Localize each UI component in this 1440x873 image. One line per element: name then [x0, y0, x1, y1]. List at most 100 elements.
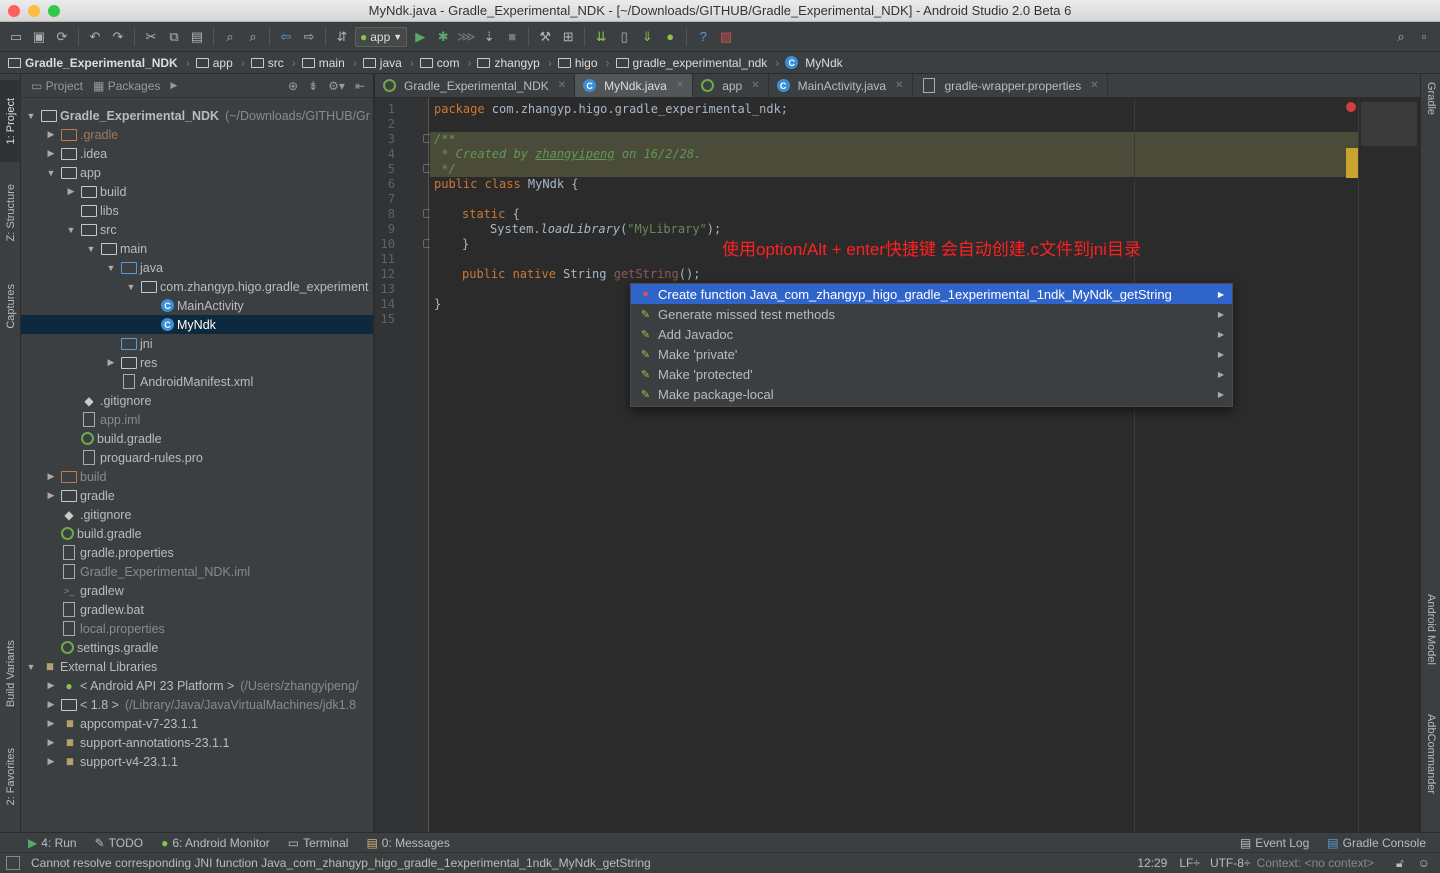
tab-packages[interactable]: ▦ Packages — [93, 79, 160, 93]
collapse-all-icon[interactable]: ⇟ — [308, 79, 318, 93]
debug-icon[interactable]: ✱ — [433, 27, 453, 47]
tool-tab-adbcommander[interactable]: AdbCommander — [1421, 714, 1440, 794]
close-tab-icon[interactable]: ✕ — [751, 80, 759, 91]
intention-item-add-javadoc[interactable]: ✎ Add Javadoc ▶ — [631, 324, 1232, 344]
layout-toggle-icon[interactable]: ▫ — [1414, 27, 1434, 47]
make-project-icon[interactable]: ⇵ — [332, 27, 352, 47]
tree-item-gradlew[interactable]: gradlew — [21, 581, 373, 600]
breadcrumb-item-higo[interactable]: higo › — [557, 56, 616, 70]
line-separator[interactable]: LF÷ — [1179, 856, 1200, 870]
tool-tab-run[interactable]: ▶ 4: Run — [0, 836, 86, 850]
zoom-window-button[interactable] — [48, 5, 60, 17]
editor-tab-app[interactable]: app ✕ — [693, 74, 769, 97]
tree-item-build-gradle[interactable]: build.gradle — [21, 429, 373, 448]
breadcrumb-item-zhangyp[interactable]: zhangyp › — [477, 56, 557, 70]
intention-item-generate-missed-test-methods[interactable]: ✎ Generate missed test methods ▶ — [631, 304, 1232, 324]
tool-tab-event-log[interactable]: ▤ Event Log — [1231, 836, 1318, 850]
run-icon[interactable]: ▶ — [410, 27, 430, 47]
tree-item-idea[interactable]: ▶ .idea — [21, 144, 373, 163]
android-studio-icon[interactable]: ▨ — [716, 27, 736, 47]
tree-item-gitignore[interactable]: .gitignore — [21, 391, 373, 410]
tree-item-local-properties[interactable]: local.properties — [21, 619, 373, 638]
apply-changes-icon[interactable]: ⇣ — [479, 27, 499, 47]
chevron-right-icon[interactable]: ▶ — [170, 80, 177, 91]
breadcrumb-item-myndk[interactable]: C MyNdk — [785, 56, 848, 70]
breadcrumb-item-gradle-experimental-ndk[interactable]: Gradle_Experimental_NDK › — [8, 56, 196, 70]
settings-wrench-icon[interactable]: ⚒ — [535, 27, 555, 47]
tree-item-src[interactable]: ▼ src — [21, 220, 373, 239]
tree-item-gradle-experimental-ndk[interactable]: ▼ Gradle_Experimental_NDK (~/Downloads/GIT… — [21, 106, 373, 125]
warning-stripe-marker[interactable] — [1346, 148, 1358, 178]
breadcrumb-item-src[interactable]: src › — [250, 56, 302, 70]
close-tab-icon[interactable]: ✕ — [558, 80, 566, 91]
copy-icon[interactable]: ⧉ — [164, 27, 184, 47]
tree-item-support-v4-23-1-1[interactable]: ▶ support-v4-23.1.1 — [21, 752, 373, 771]
scroll-from-source-icon[interactable]: ⊕ — [288, 79, 298, 93]
tree-item-build-gradle[interactable]: build.gradle — [21, 524, 373, 543]
expanded-arrow-icon[interactable]: ▼ — [125, 282, 137, 292]
android-device-monitor-icon[interactable]: ● — [660, 27, 680, 47]
editor-tab-mainactivity-java[interactable]: C MainActivity.java ✕ — [769, 74, 913, 97]
expanded-arrow-icon[interactable]: ▼ — [65, 225, 77, 235]
open-folder-icon[interactable]: ▭ — [6, 27, 26, 47]
paste-icon[interactable]: ▤ — [187, 27, 207, 47]
tool-tab-project[interactable]: 1: Project — [0, 80, 21, 162]
caret-position[interactable]: 12:29 — [1137, 856, 1167, 870]
collapsed-arrow-icon[interactable]: ▶ — [45, 148, 57, 159]
cut-icon[interactable]: ✂ — [141, 27, 161, 47]
tree-item-gradle-experimental-ndk-iml[interactable]: Gradle_Experimental_NDK.iml — [21, 562, 373, 581]
tree-item-android-api-23-platform[interactable]: ▶ < Android API 23 Platform > (/Users/zhan… — [21, 676, 373, 695]
tree-item-res[interactable]: ▶ res — [21, 353, 373, 372]
tree-item-external-libraries[interactable]: ▼ External Libraries — [21, 657, 373, 676]
undo-icon[interactable]: ↶ — [85, 27, 105, 47]
forward-icon[interactable]: ⇨ — [299, 27, 319, 47]
tree-item-gradle[interactable]: ▶ .gradle — [21, 125, 373, 144]
tree-item-mainactivity[interactable]: C MainActivity — [21, 296, 373, 315]
tool-tab-todo[interactable]: ✎ TODO — [86, 836, 153, 850]
editor-tab-myndk-java[interactable]: C MyNdk.java ✕ — [575, 74, 694, 97]
close-tab-icon[interactable]: ✕ — [676, 80, 684, 91]
run-config-select[interactable]: ● app ▼ — [355, 26, 408, 47]
replace-icon[interactable]: ⌕ — [243, 27, 263, 47]
intention-item-make-protected[interactable]: ✎ Make 'protected' ▶ — [631, 364, 1232, 384]
tool-tab-favorites[interactable]: 2: Favorites — [0, 734, 21, 820]
tree-item-gitignore[interactable]: .gitignore — [21, 505, 373, 524]
editor-tab-gradle-experimental-ndk[interactable]: Gradle_Experimental_NDK ✕ — [375, 74, 576, 97]
editor-tab-gradle-wrapper-properties[interactable]: gradle-wrapper.properties ✕ — [913, 74, 1108, 97]
breadcrumb-item-main[interactable]: main › — [301, 56, 363, 70]
expanded-arrow-icon[interactable]: ▼ — [25, 111, 37, 121]
hide-panel-icon[interactable]: ⇤ — [355, 79, 365, 93]
tool-tab-android-monitor[interactable]: ● 6: Android Monitor — [152, 836, 279, 850]
close-tab-icon[interactable]: ✕ — [895, 80, 903, 91]
tree-item-libs[interactable]: libs — [21, 201, 373, 220]
tree-item-appcompat-v7-23-1-1[interactable]: ▶ appcompat-v7-23.1.1 — [21, 714, 373, 733]
tool-tab-android-model[interactable]: Android Model — [1421, 594, 1440, 665]
collapsed-arrow-icon[interactable]: ▶ — [45, 490, 57, 501]
lock-icon[interactable]: 🔓︎ — [1396, 856, 1404, 871]
tool-tab-messages[interactable]: ▤ 0: Messages — [357, 836, 458, 850]
close-window-button[interactable] — [8, 5, 20, 17]
tree-item-gradle[interactable]: ▶ gradle — [21, 486, 373, 505]
collapsed-arrow-icon[interactable]: ▶ — [45, 129, 57, 140]
expanded-arrow-icon[interactable]: ▼ — [105, 263, 117, 273]
minimize-window-button[interactable] — [28, 5, 40, 17]
tree-item-gradle-properties[interactable]: gradle.properties — [21, 543, 373, 562]
intention-item-create-function-java-com-zhangyp-higo-gr[interactable]: ● Create function Java_com_zhangyp_higo_g… — [631, 284, 1232, 304]
code-editor[interactable]: package com.zhangyp.higo.gradle_experime… — [430, 98, 1358, 832]
tool-tab-gradle[interactable]: Gradle — [1421, 82, 1440, 115]
project-structure-icon[interactable]: ⊞ — [558, 27, 578, 47]
collapsed-arrow-icon[interactable]: ▶ — [45, 718, 57, 729]
collapsed-arrow-icon[interactable]: ▶ — [45, 699, 57, 710]
search-everywhere-icon[interactable]: ⌕ — [1391, 27, 1411, 47]
attach-debugger-icon[interactable]: ⋙ — [456, 27, 476, 47]
toggle-tool-windows-icon[interactable] — [6, 856, 20, 870]
tool-tab-build-variants[interactable]: Build Variants — [0, 624, 21, 724]
save-all-icon[interactable]: ▣ — [29, 27, 49, 47]
intention-item-make-private[interactable]: ✎ Make 'private' ▶ — [631, 344, 1232, 364]
breadcrumb-item-java[interactable]: java › — [362, 56, 420, 70]
error-indicator-icon[interactable] — [1346, 102, 1356, 112]
expanded-arrow-icon[interactable]: ▼ — [25, 662, 37, 672]
file-encoding[interactable]: UTF-8÷ — [1210, 856, 1251, 870]
collapsed-arrow-icon[interactable]: ▶ — [65, 186, 77, 197]
tool-tab-structure[interactable]: Z: Structure — [0, 170, 21, 256]
